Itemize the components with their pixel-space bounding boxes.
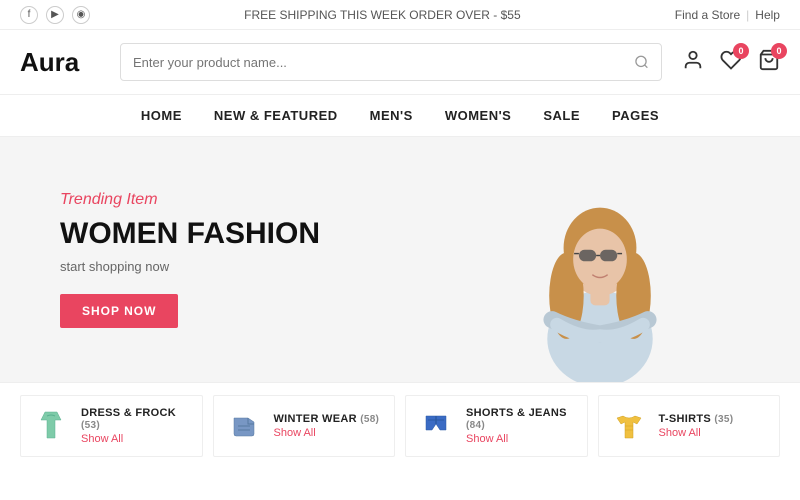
category-tshirts-info: T-SHIRTS (35) Show All [659, 413, 734, 439]
logo[interactable]: Aura [20, 47, 100, 78]
nav-womens[interactable]: WOMEN'S [445, 108, 512, 123]
nav-sale[interactable]: SALE [543, 108, 580, 123]
category-shorts-jeans[interactable]: SHORTS & JEANS (84) Show All [405, 395, 588, 457]
nav-mens[interactable]: MEN'S [370, 108, 413, 123]
winter-wear-show-all[interactable]: Show All [274, 427, 380, 439]
hero-woman-illustration [500, 152, 700, 382]
hero-image [460, 137, 740, 382]
help-link[interactable]: Help [755, 8, 780, 22]
promo-text: FREE SHIPPING THIS WEEK ORDER OVER - $55 [244, 8, 521, 22]
shorts-jeans-show-all[interactable]: Show All [466, 433, 577, 445]
category-tshirts[interactable]: T-SHIRTS (35) Show All [598, 395, 781, 457]
cart-icon-wrap[interactable]: 0 [758, 49, 780, 76]
nav-new-featured[interactable]: NEW & FEATURED [214, 108, 338, 123]
category-dress-frock[interactable]: DRESS & FROCK (53) Show All [20, 395, 203, 457]
wishlist-badge: 0 [733, 43, 749, 59]
tshirts-name: T-SHIRTS (35) [659, 413, 734, 425]
category-dress-frock-info: DRESS & FROCK (53) Show All [81, 407, 192, 445]
shop-now-button[interactable]: SHOP NOW [60, 294, 178, 328]
social-icons: f ▶ ◉ [20, 6, 90, 24]
account-icon-wrap[interactable] [682, 49, 704, 76]
winter-wear-name: WINTER WEAR (58) [274, 413, 380, 425]
cart-badge: 0 [771, 43, 787, 59]
divider: | [746, 8, 749, 22]
top-bar: f ▶ ◉ FREE SHIPPING THIS WEEK ORDER OVER… [0, 0, 800, 30]
hero-title: WOMEN FASHION [60, 217, 460, 251]
header: Aura 0 0 [0, 30, 800, 95]
category-winter-wear[interactable]: WINTER WEAR (58) Show All [213, 395, 396, 457]
header-icons: 0 0 [682, 49, 780, 76]
tshirts-show-all[interactable]: Show All [659, 427, 734, 439]
shorts-jeans-name: SHORTS & JEANS (84) [466, 407, 577, 431]
category-bar: DRESS & FROCK (53) Show All WINTER WEAR … [0, 382, 800, 469]
hero-trending-label: Trending Item [60, 191, 460, 209]
dress-frock-show-all[interactable]: Show All [81, 433, 192, 445]
facebook-icon[interactable]: f [20, 6, 38, 24]
instagram-icon[interactable]: ◉ [72, 6, 90, 24]
category-winter-wear-info: WINTER WEAR (58) Show All [274, 413, 380, 439]
wishlist-icon-wrap[interactable]: 0 [720, 49, 742, 76]
find-store-link[interactable]: Find a Store [675, 8, 740, 22]
tshirts-icon [609, 406, 649, 446]
main-nav: HOME NEW & FEATURED MEN'S WOMEN'S SALE P… [0, 95, 800, 137]
hero-section: Trending Item WOMEN FASHION start shoppi… [0, 137, 800, 382]
hero-subtitle: start shopping now [60, 259, 460, 274]
youtube-icon[interactable]: ▶ [46, 6, 64, 24]
hero-content: Trending Item WOMEN FASHION start shoppi… [60, 191, 460, 328]
nav-home[interactable]: HOME [141, 108, 182, 123]
winter-wear-icon [224, 406, 264, 446]
search-bar[interactable] [120, 43, 662, 81]
search-input[interactable] [133, 55, 626, 70]
dress-frock-name: DRESS & FROCK (53) [81, 407, 192, 431]
shorts-jeans-icon [416, 406, 456, 446]
top-links: Find a Store | Help [675, 8, 780, 22]
dress-frock-icon [31, 406, 71, 446]
nav-pages[interactable]: PAGES [612, 108, 659, 123]
category-shorts-jeans-info: SHORTS & JEANS (84) Show All [466, 407, 577, 445]
account-icon [682, 49, 704, 71]
search-icon[interactable] [634, 54, 649, 70]
